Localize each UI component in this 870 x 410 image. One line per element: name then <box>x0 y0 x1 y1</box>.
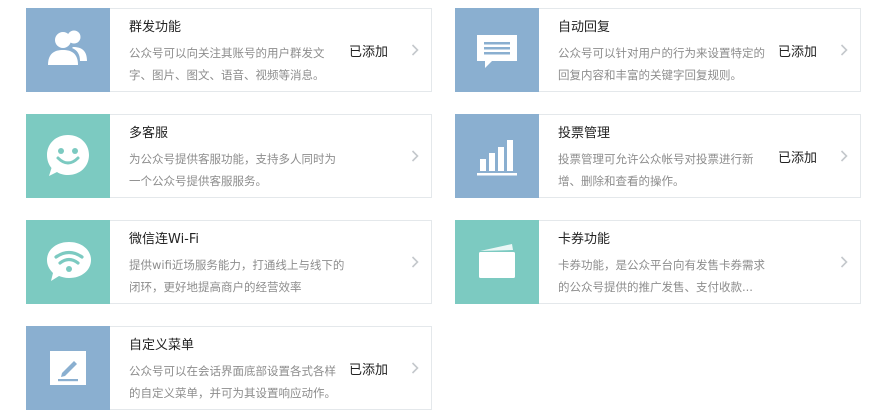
card-title: 微信连Wi-Fi <box>129 232 200 247</box>
feature-card-auto-reply[interactable]: 自动回复 公众号可以针对用户的行为来设置特定的回复内容和丰富的关键字回复规则。 … <box>455 8 861 92</box>
card-description: 提供wifi近场服务能力，打通线上与线下的闭环，更好地提高商户的经营效率 <box>129 258 345 294</box>
chevron-right-icon[interactable] <box>405 44 425 56</box>
feature-icon-box <box>455 114 539 198</box>
chevron-right-icon[interactable] <box>405 362 425 374</box>
group-users-icon <box>48 30 87 65</box>
chevron-right-icon[interactable] <box>405 150 425 162</box>
card-title: 卡券功能 <box>558 232 611 247</box>
feature-icon-box <box>26 326 110 410</box>
feature-icon-box <box>455 220 539 304</box>
card-coupon-icon <box>479 244 515 278</box>
chevron-right-icon[interactable] <box>834 150 854 162</box>
card-description: 公众号可以针对用户的行为来设置特定的回复内容和丰富的关键字回复规则。 <box>558 46 765 82</box>
auto-reply-message-icon <box>477 35 517 68</box>
card-description: 卡券功能，是公众平台向有发售卡券需求的公众号提供的推广发售、支付收款... <box>558 258 765 294</box>
card-description: 为公众号提供客服功能，支持多人同时为一个公众号提供客服服务。 <box>129 152 336 188</box>
card-status: 已添加 <box>778 150 818 166</box>
chevron-right-icon[interactable] <box>834 44 854 56</box>
chevron-right-icon[interactable] <box>834 256 854 268</box>
chevron-right-icon[interactable] <box>405 256 425 268</box>
feature-card-wifi[interactable]: 微信连Wi-Fi 提供wifi近场服务能力，打通线上与线下的闭环，更好地提高商户… <box>26 220 432 304</box>
feature-card-mass-send[interactable]: 群发功能 公众号可以向关注其账号的用户群发文字、图片、图文、语音、视频等消息。 … <box>26 8 432 92</box>
feature-icon-box <box>455 8 539 92</box>
card-title: 群发功能 <box>129 20 182 35</box>
smiley-chat-icon <box>47 135 89 176</box>
feature-card-customer-service[interactable]: 多客服 为公众号提供客服功能，支持多人同时为一个公众号提供客服服务。 <box>26 114 432 198</box>
card-status: 已添加 <box>349 362 389 378</box>
feature-icon-box <box>26 114 110 198</box>
card-description: 投票管理可允许公众帐号对投票进行新增、删除和查看的操作。 <box>558 152 754 188</box>
card-description: 公众号可以在会话界面底部设置各式各样的自定义菜单，并可为其设置响应动作。 <box>129 364 336 400</box>
feature-icon-box <box>26 8 110 92</box>
card-title: 自动回复 <box>558 20 611 35</box>
edit-menu-icon <box>50 351 86 385</box>
feature-icon-box <box>26 220 110 304</box>
card-status: 已添加 <box>778 44 818 60</box>
feature-card-vote-management[interactable]: 投票管理 投票管理可允许公众帐号对投票进行新增、删除和查看的操作。 已添加 <box>455 114 861 198</box>
wifi-chat-icon <box>47 242 91 281</box>
card-title: 多客服 <box>129 126 169 141</box>
card-title: 投票管理 <box>558 126 611 141</box>
bar-chart-icon <box>477 140 517 176</box>
card-status: 已添加 <box>349 44 389 60</box>
feature-card-custom-menu[interactable]: 自定义菜单 公众号可以在会话界面底部设置各式各样的自定义菜单，并可为其设置响应动… <box>26 326 432 410</box>
card-title: 自定义菜单 <box>129 338 195 353</box>
card-description: 公众号可以向关注其账号的用户群发文字、图片、图文、语音、视频等消息。 <box>129 46 325 82</box>
feature-card-coupon[interactable]: 卡券功能 卡券功能，是公众平台向有发售卡券需求的公众号提供的推广发售、支付收款.… <box>455 220 861 304</box>
